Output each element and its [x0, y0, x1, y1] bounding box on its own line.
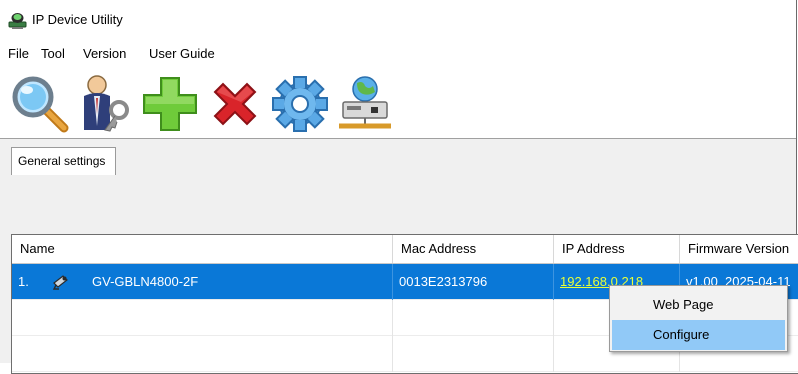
- context-menu-web-page[interactable]: Web Page: [612, 290, 785, 320]
- camera-icon: [52, 275, 68, 290]
- cell-mac: 0013E2313796: [393, 264, 554, 300]
- user-key-icon[interactable]: [75, 74, 135, 134]
- gear-icon[interactable]: [270, 74, 330, 134]
- row-index: 1.: [18, 274, 29, 289]
- context-menu: Web Page Configure: [609, 285, 788, 352]
- menu-version[interactable]: Version: [83, 46, 126, 61]
- table-header: Name Mac Address IP Address Firmware Ver…: [12, 235, 798, 264]
- column-header-firmware[interactable]: Firmware Version: [680, 235, 798, 263]
- network-camera-icon: [8, 13, 27, 29]
- tab-general-settings[interactable]: General settings: [11, 147, 117, 175]
- menu-file[interactable]: File: [8, 46, 29, 61]
- column-header-ip[interactable]: IP Address: [554, 235, 680, 263]
- add-icon[interactable]: [140, 74, 200, 134]
- title-bar[interactable]: IP Device Utility: [0, 0, 796, 40]
- device-name: GV-GBLN4800-2F: [92, 274, 199, 289]
- cell-name: 1. GV-GBLN4800-2F: [12, 264, 393, 300]
- app-window: IP Device Utility File Tool Version User…: [0, 0, 798, 374]
- context-menu-configure[interactable]: Configure: [612, 320, 785, 350]
- window-title: IP Device Utility: [32, 12, 123, 27]
- column-header-name[interactable]: Name: [12, 235, 393, 263]
- column-header-mac[interactable]: Mac Address: [393, 235, 554, 263]
- menu-user-guide[interactable]: User Guide: [149, 46, 215, 61]
- menu-bar: File Tool Version User Guide: [0, 40, 796, 66]
- search-icon[interactable]: [10, 74, 70, 134]
- menu-tool[interactable]: Tool: [41, 46, 65, 61]
- delete-icon[interactable]: [205, 74, 265, 134]
- network-device-icon[interactable]: [335, 74, 395, 134]
- toolbar: [0, 66, 796, 138]
- tab-strip: General settings: [0, 138, 796, 176]
